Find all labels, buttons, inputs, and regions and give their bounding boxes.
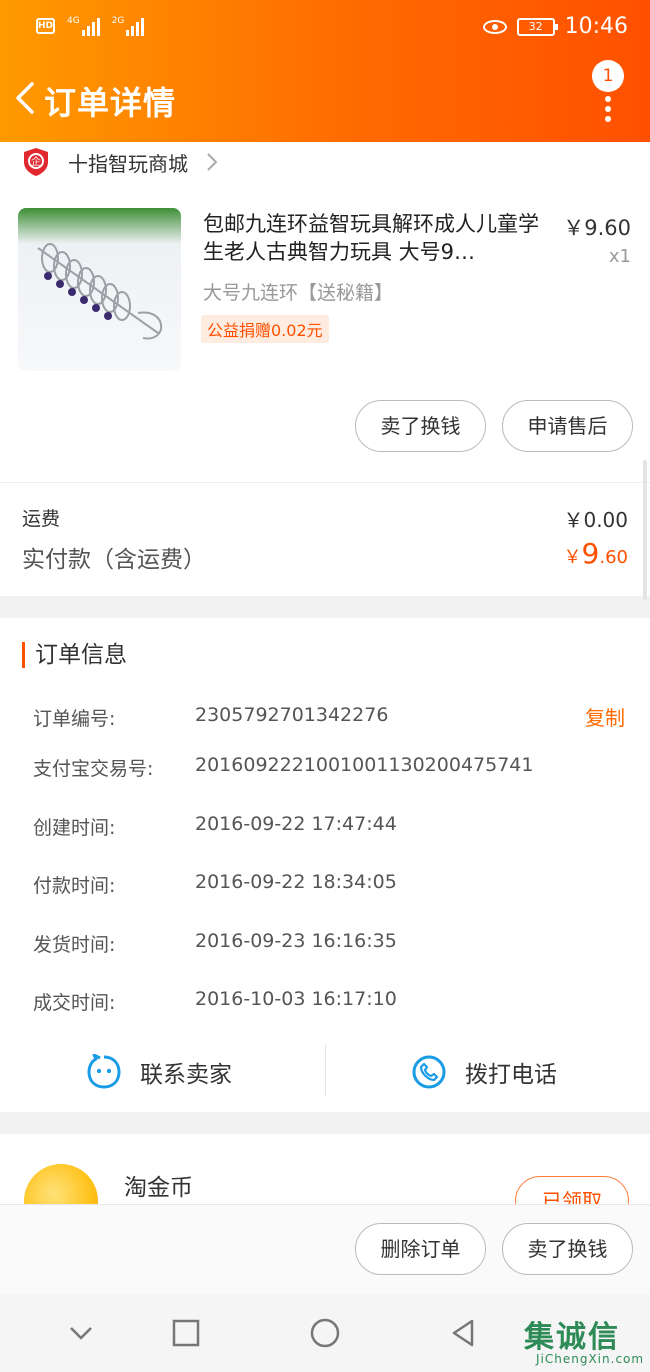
network-type-2: 2G (111, 16, 125, 26)
order-info-card: 订单信息 复制 订单编号: 2305792701342276 支付宝交易号: 2… (0, 618, 650, 1112)
info-value: 2016092221001001130200475741 (195, 754, 534, 776)
more-menu-button[interactable]: 1 (592, 60, 632, 122)
info-value: 2016-09-23 16:16:35 (195, 930, 397, 952)
app-header: HD 4G 2G 32 10:46 订单详情 1 (0, 0, 650, 142)
info-label: 支付宝交易号: (33, 758, 154, 780)
call-phone-label: 拨打电话 (465, 1062, 557, 1088)
paid-total: ￥9.60 (564, 537, 628, 570)
contact-seller-label: 联系卖家 (140, 1062, 232, 1088)
claimed-button[interactable]: 已领取 (515, 1176, 629, 1204)
info-value: 2305792701342276 (195, 704, 389, 726)
store-name: 十指智玩商城 (68, 151, 188, 176)
page-title: 订单详情 (44, 84, 177, 122)
more-vertical-icon (605, 96, 611, 126)
scrollbar[interactable] (643, 460, 647, 600)
site-watermark: 集诚信 JiChengXin.com (520, 1312, 650, 1372)
product-image[interactable] (18, 208, 181, 371)
info-row-shipped-time: 发货时间: 2016-09-23 16:16:35 (33, 930, 633, 960)
clock: 10:46 (564, 14, 628, 39)
info-row-alipay-trade-no: 支付宝交易号: 2016092221001001130200475741 (33, 754, 633, 784)
chevron-down-icon[interactable] (64, 1316, 98, 1350)
shipping-label: 运费 (22, 508, 61, 530)
product-puzzle-illustration (37, 243, 163, 340)
network-type-1: 4G (67, 16, 80, 26)
product-quantity: x1 (608, 246, 631, 267)
chat-bubble-icon (87, 1054, 121, 1089)
product-sku: 大号九连环【送秘籍】 (203, 282, 394, 304)
contact-actions: 联系卖家 拨打电话 (0, 1044, 650, 1100)
coins-card: 淘金币 已领取 (0, 1134, 650, 1204)
coins-title: 淘金币 (124, 1175, 193, 1201)
info-value: 2016-10-03 16:17:10 (195, 988, 397, 1010)
product-price: ￥9.60 (563, 216, 631, 240)
signal-icon-2: 2G (112, 16, 145, 36)
order-items-card: 企 十指智玩商城 包邮九连环益智玩具解环成人儿童学生老人古典智力玩具 大号9… … (0, 142, 650, 600)
watermark-url: JiChengXin.com (536, 1352, 645, 1366)
paid-label: 实付款（含运费） (22, 547, 206, 573)
eye-comfort-icon (482, 19, 507, 34)
svg-text:企: 企 (31, 155, 41, 168)
gold-coin-icon (24, 1164, 98, 1204)
info-row-completed-time: 成交时间: 2016-10-03 16:17:10 (33, 988, 633, 1018)
product-title[interactable]: 包邮九连环益智玩具解环成人儿童学生老人古典智力玩具 大号9… (203, 210, 548, 268)
bottom-action-bar: 删除订单 卖了换钱 (0, 1204, 650, 1294)
info-label: 发货时间: (33, 934, 116, 956)
phone-icon (412, 1055, 446, 1089)
chevron-left-icon[interactable] (14, 82, 38, 114)
call-phone-button[interactable]: 拨打电话 (411, 1044, 557, 1100)
info-row-paid-time: 付款时间: 2016-09-22 18:34:05 (33, 871, 633, 901)
signal-icon: 4G (67, 16, 100, 36)
hd-indicator: HD (36, 18, 55, 34)
info-label: 付款时间: (33, 875, 116, 897)
charity-tag: 公益捐赠0.02元 (201, 315, 329, 343)
divider (325, 1044, 326, 1096)
order-info-title: 订单信息 (22, 642, 127, 668)
contact-seller-button[interactable]: 联系卖家 (86, 1044, 232, 1100)
info-label: 创建时间: (33, 817, 116, 839)
paid-currency: ￥ (563, 547, 582, 568)
store-link[interactable]: 企 十指智玩商城 (22, 142, 218, 182)
info-row-created-time: 创建时间: 2016-09-22 17:47:44 (33, 813, 633, 843)
after-sale-button[interactable]: 申请售后 (502, 400, 633, 452)
message-count-badge: 1 (592, 60, 624, 92)
divider (0, 482, 650, 483)
chevron-right-icon (207, 153, 218, 171)
info-row-order-number: 订单编号: 2305792701342276 (33, 704, 633, 734)
paid-decimal: .60 (599, 547, 628, 568)
info-value: 2016-09-22 17:47:44 (195, 813, 397, 835)
recents-square-icon[interactable] (169, 1316, 203, 1350)
back-triangle-icon[interactable] (446, 1316, 480, 1350)
battery-icon: 32 (516, 17, 558, 36)
info-value: 2016-09-22 18:34:05 (195, 871, 397, 893)
sell-item-bottom-button[interactable]: 卖了换钱 (502, 1223, 633, 1275)
sell-item-button[interactable]: 卖了换钱 (355, 400, 486, 452)
shipping-value: ￥0.00 (563, 508, 628, 532)
delete-order-button[interactable]: 删除订单 (355, 1223, 486, 1275)
home-circle-icon[interactable] (308, 1316, 342, 1350)
info-label: 订单编号: (33, 708, 116, 730)
paid-integer: 9 (581, 537, 600, 570)
status-bar: HD 4G 2G 32 10:46 (0, 0, 650, 56)
watermark-text: 集诚信 (524, 1320, 620, 1355)
nav-bar: 订单详情 1 (0, 56, 650, 142)
info-label: 成交时间: (33, 992, 116, 1014)
enterprise-shield-icon: 企 (24, 148, 48, 176)
